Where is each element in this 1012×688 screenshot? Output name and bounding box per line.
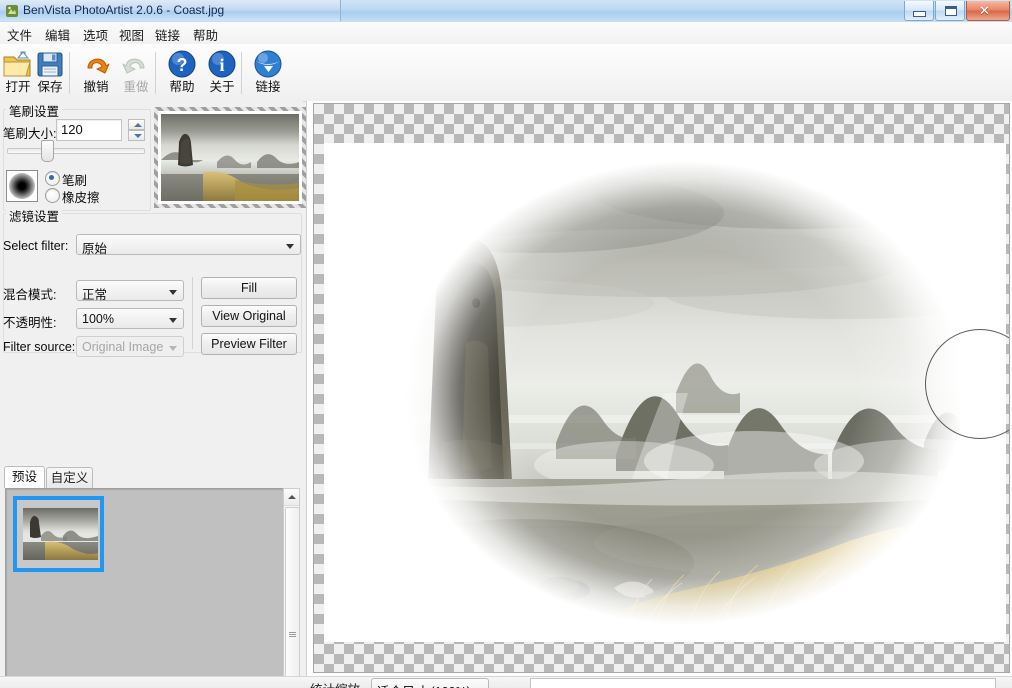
stepper-down-button[interactable] — [128, 130, 145, 141]
menu-item-help[interactable]: 帮助 — [188, 25, 223, 43]
image-preview-frame — [154, 107, 306, 208]
preset-item-0[interactable] — [13, 496, 104, 572]
presets-list[interactable] — [5, 488, 284, 688]
zoom-combo[interactable]: 适合尺寸 (100%) — [371, 678, 489, 688]
tab-custom[interactable]: 自定义 — [46, 467, 93, 488]
status-bar: 统计缩放 适合尺寸 (100%) ⋯ — [0, 676, 1012, 688]
toolbar-about-button[interactable]: i 关于 — [199, 46, 245, 98]
select-filter-value: 原始 — [82, 242, 108, 256]
eraser-mode-label: 橡皮擦 — [62, 191, 100, 205]
toolbar-separator-3 — [241, 52, 242, 94]
close-icon: ✕ — [979, 3, 990, 18]
tab-presets[interactable]: 预设 — [4, 466, 45, 488]
fill-button[interactable]: Fill — [201, 277, 297, 299]
filter-source-label: Filter source: — [3, 340, 76, 354]
soft-round-brush-icon[interactable] — [6, 170, 38, 202]
minimize-button[interactable] — [904, 1, 934, 21]
toolbar: 打开 保存 撤销 重做 ? 帮助 i 关于 链接 — [0, 44, 1012, 102]
toolbar-link-button[interactable]: 链接 — [245, 46, 291, 98]
filter-source-value: Original Image — [82, 340, 164, 354]
select-filter-label: Select filter: — [3, 239, 69, 253]
toolbar-link-label: 链接 — [255, 80, 281, 94]
svg-text:i: i — [219, 55, 224, 75]
coast-photo-vignette[interactable] — [324, 143, 1006, 642]
brush-size-stepper[interactable] — [128, 119, 145, 141]
filter-panel-separator — [192, 277, 193, 349]
save-floppy-icon — [34, 48, 66, 80]
presets-tabstrip: 预设 自定义 — [0, 466, 303, 488]
chevron-down-icon — [169, 290, 177, 295]
status-message-field: ⋯ — [530, 678, 996, 688]
menu-item-options[interactable]: 选项 — [78, 25, 113, 43]
scrollbar-thumb[interactable] — [285, 507, 300, 688]
maximize-button[interactable] — [935, 1, 965, 21]
chevron-up-icon — [134, 123, 142, 127]
scrollbar-grip-icon — [289, 632, 296, 637]
brush-size-slider-thumb[interactable] — [41, 140, 54, 162]
app-icon — [5, 4, 19, 18]
chevron-down-icon — [169, 318, 177, 323]
menu-item-view[interactable]: 视图 — [114, 25, 149, 43]
blend-mode-label: 混合模式: — [3, 288, 57, 302]
filter-settings-group-label: 滤镜设置 — [6, 206, 63, 225]
scroll-up-button[interactable] — [284, 489, 299, 506]
image-sheet[interactable] — [324, 143, 1009, 642]
svg-text:?: ? — [177, 55, 188, 75]
presets-scrollbar[interactable] — [283, 488, 300, 688]
eraser-mode-radio[interactable] — [45, 188, 60, 203]
undo-arrow-icon — [80, 48, 112, 80]
maximize-icon — [945, 6, 957, 16]
canvas-area — [306, 101, 1012, 676]
help-question-icon: ? — [166, 48, 198, 80]
brush-size-input[interactable]: 120 — [56, 119, 122, 141]
opacity-label: 不透明性: — [3, 316, 57, 330]
menu-bar: 文件 编辑 选项 视图 链接 帮助 — [0, 22, 1012, 45]
title-bar-left-section: BenVista PhotoArtist 2.0.6 - Coast.jpg — [0, 0, 341, 21]
toolbar-separator-2 — [155, 52, 156, 94]
zoom-label: 统计缩放 — [310, 679, 360, 688]
chevron-down-icon — [134, 134, 142, 138]
title-bar: BenVista PhotoArtist 2.0.6 - Coast.jpg ✕ — [0, 0, 1012, 23]
opacity-value: 100% — [82, 312, 114, 326]
toolbar-about-label: 关于 — [209, 80, 235, 94]
select-filter-combo[interactable]: 原始 — [76, 234, 301, 256]
menu-item-file[interactable]: 文件 — [2, 25, 37, 43]
left-settings-panel: 笔刷设置 笔刷大小: 120 笔刷 橡皮擦 滤镜设置 Select filter… — [0, 101, 306, 688]
coast-preset-thumbnail — [23, 508, 98, 560]
filter-source-combo[interactable]: Original Image — [76, 336, 184, 357]
toolbar-save-label: 保存 — [37, 80, 63, 94]
preview-filter-button[interactable]: Preview Filter — [201, 333, 297, 355]
photoartist-window: BenVista PhotoArtist 2.0.6 - Coast.jpg ✕… — [0, 0, 1012, 688]
blend-mode-combo[interactable]: 正常 — [76, 280, 184, 302]
toolbar-redo-label: 重做 — [123, 80, 149, 94]
chevron-down-icon — [286, 244, 294, 249]
stepper-up-button[interactable] — [128, 119, 145, 130]
close-button[interactable]: ✕ — [966, 1, 1010, 21]
brush-mode-radio[interactable] — [45, 171, 60, 186]
toolbar-separator-1 — [69, 52, 70, 94]
window-controls: ✕ — [903, 1, 1010, 21]
menu-item-edit[interactable]: 编辑 — [40, 25, 75, 43]
brush-size-slider-track[interactable] — [7, 148, 145, 154]
toolbar-save-button[interactable]: 保存 — [27, 46, 73, 98]
toolbar-redo-button[interactable]: 重做 — [113, 46, 159, 98]
transparency-checkerboard — [313, 103, 1010, 673]
chevron-down-icon — [169, 346, 177, 351]
link-globe-icon — [252, 48, 284, 80]
coast-preview-thumbnail[interactable] — [158, 111, 302, 204]
view-original-button[interactable]: View Original — [201, 305, 297, 327]
minimize-icon — [913, 11, 926, 17]
opacity-combo[interactable]: 100% — [76, 308, 184, 329]
brush-settings-group-label: 笔刷设置 — [6, 101, 63, 120]
blend-mode-value: 正常 — [82, 288, 108, 302]
about-info-icon: i — [206, 48, 238, 80]
menu-item-links[interactable]: 链接 — [150, 25, 185, 43]
window-title: BenVista PhotoArtist 2.0.6 - Coast.jpg — [23, 3, 225, 17]
redo-arrow-icon — [120, 48, 152, 80]
zoom-value: 适合尺寸 (100%) — [377, 681, 471, 688]
